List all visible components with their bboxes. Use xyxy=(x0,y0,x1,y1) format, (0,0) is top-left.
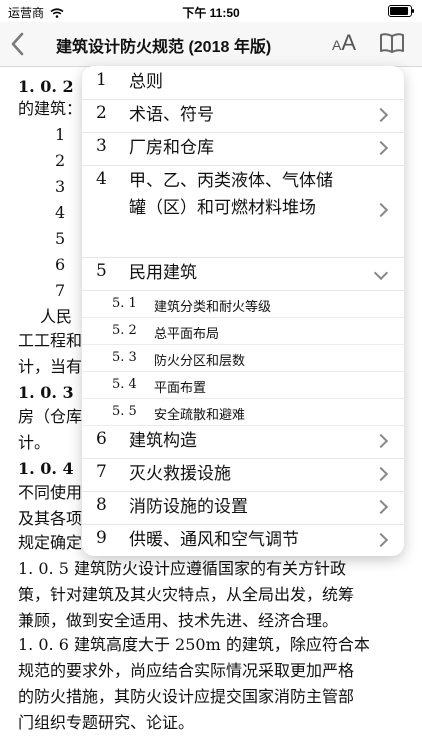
toc-item-label: 术语、符号 xyxy=(129,105,214,125)
toc-item-number: 5 xyxy=(96,261,107,281)
content-line: 规范的要求外，尚应结合实际情况采取更加严格 xyxy=(18,661,355,680)
toc-subitem-number: 5. 1 xyxy=(112,296,137,311)
content-line: 2 xyxy=(55,151,66,170)
content-line: 6 xyxy=(55,255,66,274)
content-line: 的建筑： xyxy=(18,99,83,118)
toc-subitem-number: 5. 2 xyxy=(112,323,137,338)
toc-item-4[interactable]: 4 甲、乙、丙类液体、气体储罐（区）和可燃材料堆场 xyxy=(82,165,404,258)
toc-item-number: 2 xyxy=(96,103,107,123)
toc-item-label: 消防设施的设置 xyxy=(129,497,248,517)
toc-subitem-5.2[interactable]: 5. 2 总平面布局 xyxy=(82,317,404,345)
toc-subitem-5.4[interactable]: 5. 4 平面布置 xyxy=(82,371,404,399)
content-line: 1. 0. 4 xyxy=(18,459,74,478)
toc-item-7[interactable]: 7 灭火救援设施 xyxy=(82,458,404,492)
chevron-down-icon xyxy=(373,265,389,280)
toc-item-label: 供暖、通风和空气调节 xyxy=(129,530,299,550)
toc-item-label: 甲、乙、丙类液体、气体储罐（区）和可燃材料堆场 xyxy=(129,171,333,218)
chevron-right-icon xyxy=(373,140,389,155)
book-icon xyxy=(380,33,404,53)
toc-item-label: 灭火救援设施 xyxy=(129,464,231,484)
content-line: 1. 0. 6 建筑高度大于 250m 的建筑，除应符合本 xyxy=(18,635,370,654)
content-line: 计。 xyxy=(18,433,51,452)
toc-item-number: 4 xyxy=(96,169,107,189)
toc-item-number: 3 xyxy=(96,136,107,156)
status-bar: 运营商 下午 11:50 xyxy=(0,0,422,22)
chevron-right-icon xyxy=(373,466,389,481)
content-line: 5 xyxy=(55,229,66,248)
content-line: 4 xyxy=(55,203,66,222)
toc-item-8[interactable]: 8 消防设施的设置 xyxy=(82,491,404,525)
content-line: 计，当有 xyxy=(18,357,83,376)
toc-subitem-label: 平面布置 xyxy=(154,381,207,396)
toc-subitem-number: 5. 5 xyxy=(112,404,137,419)
content-line: 工工程和 xyxy=(18,331,83,350)
content-line: 的防火措施，其防火设计应提交国家消防主管部 xyxy=(18,687,355,706)
toc-item-5[interactable]: 5 民用建筑 xyxy=(82,257,404,291)
toc-item-6[interactable]: 6 建筑构造 xyxy=(82,425,404,459)
toc-item-9[interactable]: 9 供暖、通风和空气调节 xyxy=(82,524,404,556)
toc-subitem-number: 5. 3 xyxy=(112,350,137,365)
chevron-right-icon xyxy=(373,499,389,514)
back-button[interactable] xyxy=(10,29,24,61)
chevron-left-icon xyxy=(11,32,24,56)
content-line: 3 xyxy=(55,177,66,196)
chevron-right-icon xyxy=(373,532,389,547)
navigation-bar: 建筑设计防火规范 (2018 年版) AA xyxy=(0,22,422,67)
content-line: 兼顾，做到安全适用、技术先进、经济合理。 xyxy=(18,611,339,630)
content-line: 人民 xyxy=(40,307,73,326)
toc-item-label: 民用建筑 xyxy=(129,263,197,283)
table-of-contents-button[interactable] xyxy=(379,32,405,59)
toc-item-label: 建筑构造 xyxy=(129,431,197,451)
toc-item-number: 1 xyxy=(96,70,107,90)
table-of-contents-popover: 1 总则 2 术语、符号 3 厂房和仓库 4 甲、乙、丙类液体、气体储罐（区）和可燃材料堆场 5… xyxy=(82,66,404,556)
toc-item-label: 厂房和仓库 xyxy=(129,138,214,158)
toc-subitem-label: 安全疏散和避难 xyxy=(154,408,246,423)
content-line: 房（仓库 xyxy=(18,407,83,426)
chevron-right-icon xyxy=(373,202,389,218)
toc-subitem-5.3[interactable]: 5. 3 防火分区和层数 xyxy=(82,344,404,372)
status-right xyxy=(388,5,414,17)
toc-subitem-label: 总平面布局 xyxy=(154,327,220,342)
toc-subitem-5.5[interactable]: 5. 5 安全疏散和避难 xyxy=(82,398,404,426)
font-size-button[interactable]: AA xyxy=(332,30,356,56)
toc-item-1[interactable]: 1 总则 xyxy=(82,66,404,100)
toc-item-2[interactable]: 2 术语、符号 xyxy=(82,99,404,133)
toc-subitem-number: 5. 4 xyxy=(112,377,137,392)
chevron-right-icon xyxy=(373,107,389,122)
content-line: 不同使用 xyxy=(18,483,83,502)
content-line: 7 xyxy=(55,281,66,300)
page-title: 建筑设计防火规范 (2018 年版) xyxy=(56,39,272,56)
chevron-right-icon xyxy=(373,433,389,448)
toc-item-label: 总则 xyxy=(129,72,163,92)
toc-item-number: 8 xyxy=(96,495,107,515)
toc-item-number: 7 xyxy=(96,462,107,482)
content-line: 1. 0. 5 建筑防火设计应遵循国家的有关方针政 xyxy=(18,559,346,578)
content-line: 1 xyxy=(55,125,66,144)
content-line: 及其各项 xyxy=(18,509,83,528)
content-line: 策，针对建筑及其火灾特点，从全局出发，统筹 xyxy=(18,585,355,604)
toc-subitem-5.1[interactable]: 5. 1 建筑分类和耐火等级 xyxy=(82,290,404,318)
toc-item-number: 6 xyxy=(96,429,107,449)
toc-item-number: 9 xyxy=(96,528,107,548)
toc-subitem-label: 防火分区和层数 xyxy=(154,354,246,369)
toc-item-3[interactable]: 3 厂房和仓库 xyxy=(82,132,404,166)
battery-icon xyxy=(388,5,414,17)
toc-subitem-label: 建筑分类和耐火等级 xyxy=(154,300,272,315)
content-line: 门组织专题研究、论证。 xyxy=(18,713,195,732)
status-time: 下午 11:50 xyxy=(182,6,240,20)
content-line: 1. 0. 3 xyxy=(18,383,74,402)
